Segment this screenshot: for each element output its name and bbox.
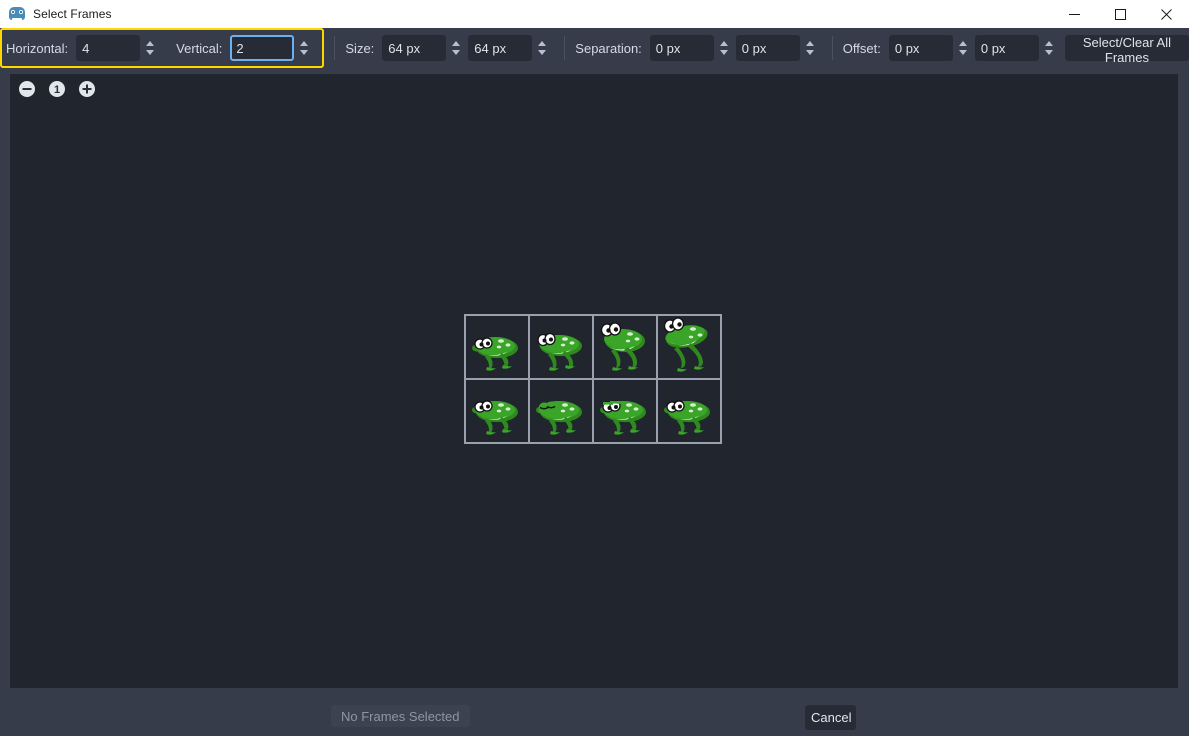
vertical-input[interactable]	[230, 35, 295, 61]
window-controls	[1051, 0, 1189, 28]
godot-robot-icon	[9, 6, 25, 22]
frog-frame-6	[593, 379, 657, 443]
svg-text:1: 1	[54, 84, 60, 96]
toolbar-divider-3	[831, 36, 833, 60]
frog-frame-7	[657, 379, 721, 443]
window-title: Select Frames	[33, 7, 112, 21]
frame-cell[interactable]	[593, 315, 657, 379]
frame-cell[interactable]	[529, 315, 593, 379]
cancel-button[interactable]: Cancel	[805, 705, 856, 730]
frame-cell[interactable]	[657, 315, 721, 379]
close-icon[interactable]	[1143, 0, 1189, 28]
frame-cell[interactable]	[465, 379, 529, 443]
frame-cell[interactable]	[529, 379, 593, 443]
offset-label: Offset:	[842, 40, 881, 56]
title-bar: Select Frames	[0, 0, 1189, 28]
zoom-out-icon[interactable]	[18, 80, 36, 98]
frame-count-group: Horizontal: Vertical:	[0, 28, 325, 68]
frame-cell[interactable]	[657, 379, 721, 443]
status-badge: No Frames Selected	[331, 705, 470, 727]
zoom-in-icon[interactable]	[78, 80, 96, 98]
frame-cell[interactable]	[593, 379, 657, 443]
frame-grid	[464, 314, 722, 444]
frog-frame-5	[529, 379, 593, 443]
offset-x-input[interactable]	[888, 35, 953, 61]
offset-y-stepper[interactable]	[1041, 35, 1057, 61]
frog-frame-4	[465, 379, 529, 443]
vertical-stepper[interactable]	[296, 35, 312, 61]
toolbar-divider-1	[334, 36, 336, 60]
separation-x-stepper[interactable]	[716, 35, 732, 61]
size-label: Size:	[345, 40, 375, 56]
footer-bar: No Frames Selected	[0, 696, 1189, 736]
frame-cell[interactable]	[465, 315, 529, 379]
frog-frame-3	[657, 315, 721, 379]
zoom-controls: 1	[18, 80, 96, 98]
horizontal-input[interactable]	[76, 35, 141, 61]
size-width-input[interactable]	[382, 35, 447, 61]
offset-group: Offset:	[843, 28, 1061, 68]
separation-y-stepper[interactable]	[802, 35, 818, 61]
frog-frame-0	[465, 315, 529, 379]
frog-frame-2	[593, 315, 657, 379]
separation-x-input[interactable]	[649, 35, 714, 61]
minimize-icon[interactable]	[1051, 0, 1097, 28]
offset-x-stepper[interactable]	[955, 35, 971, 61]
size-width-stepper[interactable]	[448, 35, 464, 61]
separation-group: Separation:	[575, 28, 822, 68]
size-height-input[interactable]	[468, 35, 533, 61]
size-height-stepper[interactable]	[534, 35, 550, 61]
select-clear-all-frames-button[interactable]: Select/Clear All Frames	[1064, 35, 1189, 65]
sprite-sheet-canvas[interactable]: 1	[10, 74, 1178, 688]
size-group: Size:	[345, 28, 554, 68]
frog-frame-1	[529, 315, 593, 379]
toolbar: Horizontal: Vertical: Size: Separation:	[0, 28, 1189, 68]
separation-y-input[interactable]	[735, 35, 800, 61]
offset-y-input[interactable]	[974, 35, 1039, 61]
vertical-label: Vertical:	[176, 40, 223, 56]
horizontal-label: Horizontal:	[6, 40, 69, 56]
maximize-icon[interactable]	[1097, 0, 1143, 28]
separation-label: Separation:	[575, 40, 642, 56]
zoom-reset-icon[interactable]: 1	[48, 80, 66, 98]
horizontal-stepper[interactable]	[142, 35, 158, 61]
toolbar-divider-2	[564, 36, 566, 60]
